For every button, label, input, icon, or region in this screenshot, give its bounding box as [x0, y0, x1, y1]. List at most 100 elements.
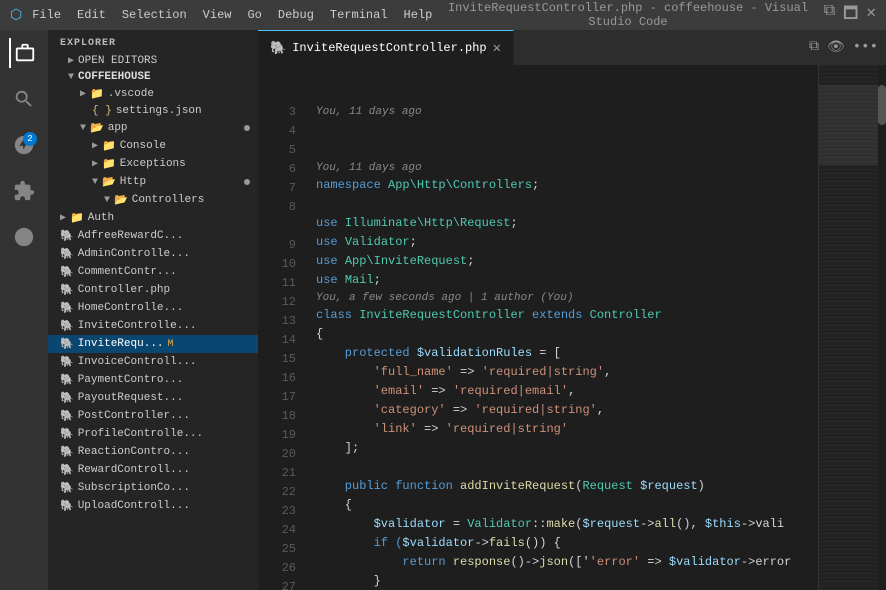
- code-line: ];: [316, 439, 818, 458]
- php-file-icon: 🐘: [60, 355, 74, 369]
- file-label: AdminControlle...: [78, 248, 190, 260]
- editor-content: ||345678|9101112131415161718192021222324…: [258, 65, 886, 590]
- sidebar-file[interactable]: 🐘AdminControlle...: [48, 245, 258, 263]
- sidebar-file[interactable]: ▶📁Auth: [48, 209, 258, 227]
- activity-explorer[interactable]: [9, 38, 39, 68]
- sidebar-file[interactable]: 🐘ReactionContro...: [48, 443, 258, 461]
- menu-go[interactable]: Go: [247, 8, 261, 22]
- project-label: COFFEEHOUSE: [78, 71, 151, 83]
- active-file[interactable]: 🐘InviteRequ...M: [48, 335, 258, 353]
- file-label: PaymentContro...: [78, 374, 184, 386]
- php-file-icon: 🐘: [60, 427, 74, 441]
- explorer-title: EXPLORER: [48, 30, 258, 53]
- scrollbar-thumb[interactable]: [878, 85, 886, 125]
- sidebar-file[interactable]: 🐘 PaymentContro...: [48, 371, 258, 389]
- php-file-icon: 🐘: [60, 283, 74, 297]
- code-line: }: [316, 572, 818, 590]
- view-icon[interactable]: 👁: [827, 39, 845, 56]
- tab-close[interactable]: ✕: [493, 40, 501, 57]
- folder-arrow: ▶: [80, 88, 86, 100]
- app-folder[interactable]: ▼ 📂 app: [48, 119, 258, 137]
- folder-label: Console: [120, 140, 166, 152]
- php-file-icon: 🐘: [60, 391, 74, 405]
- file-label: ProfileControlle...: [78, 428, 203, 440]
- menu-view[interactable]: View: [203, 8, 232, 22]
- file-label: Controller.php: [78, 284, 170, 296]
- sidebar-file[interactable]: 🐘 Controller.php: [48, 281, 258, 299]
- file-label: AdfreeRewardC...: [78, 230, 184, 242]
- close-button[interactable]: ✕: [866, 2, 876, 29]
- code-line: class InviteRequestController extends Co…: [316, 306, 818, 325]
- vscode-icon: ⬡: [10, 7, 22, 24]
- folder-icon: 📁: [102, 157, 116, 171]
- menu-help[interactable]: Help: [404, 8, 433, 22]
- code-line: $validator = Validator::make($request->a…: [316, 515, 818, 534]
- menu-selection[interactable]: Selection: [122, 8, 187, 22]
- minimap-viewport: [819, 85, 878, 165]
- open-editors-header[interactable]: ▶ OPEN EDITORS: [48, 53, 258, 69]
- file-label: Auth: [88, 212, 114, 224]
- activity-extensions[interactable]: [9, 176, 39, 206]
- open-editors-label: OPEN EDITORS: [78, 55, 157, 67]
- json-icon: { }: [92, 105, 112, 117]
- sidebar-file[interactable]: 🐘InvoiceControll...: [48, 353, 258, 371]
- sidebar-file[interactable]: 🐘 ProfileControlle...: [48, 425, 258, 443]
- activity-source-control[interactable]: 2: [9, 130, 39, 160]
- sidebar-file[interactable]: 🐘SubscriptionCo...: [48, 479, 258, 497]
- php-file-icon: 🐘: [60, 481, 74, 495]
- console-folder[interactable]: ▶ 📁 Console: [48, 137, 258, 155]
- more-icon[interactable]: •••: [853, 39, 878, 56]
- sidebar-file[interactable]: 🐘RewardControll...: [48, 461, 258, 479]
- sidebar-file[interactable]: 🐘InviteControlle...: [48, 317, 258, 335]
- git-blame: You, a few seconds ago | 1 author (You): [316, 290, 818, 306]
- php-file-icon: 🐘: [60, 337, 74, 351]
- sidebar-file[interactable]: 🐘UploadControll...: [48, 497, 258, 515]
- code-line: {: [316, 496, 818, 515]
- titlebar: ⬡ File Edit Selection View Go Debug Term…: [0, 0, 886, 30]
- http-folder[interactable]: ▼ 📂 Http: [48, 173, 258, 191]
- file-label: PayoutRequest...: [78, 392, 184, 404]
- window-title: InviteRequestController.php - coffeehous…: [432, 1, 823, 29]
- scrollbar[interactable]: [878, 65, 886, 590]
- folder-icon: 📁: [102, 139, 116, 153]
- activity-search[interactable]: [9, 84, 39, 114]
- sidebar-file[interactable]: 🐘PostController...: [48, 407, 258, 425]
- maximize-button[interactable]: 🗖: [843, 2, 858, 29]
- activity-bar: 2: [0, 30, 48, 590]
- project-header[interactable]: ▼ COFFEEHOUSE: [48, 69, 258, 85]
- sidebar-file[interactable]: 🐘HomeControlle...: [48, 299, 258, 317]
- code-area[interactable]: You, 11 days ago You, 11 days agonamespa…: [308, 65, 818, 590]
- settings-json[interactable]: { } settings.json: [48, 103, 258, 119]
- menu-terminal[interactable]: Terminal: [330, 8, 388, 22]
- tab-actions: ⧉ 👁 •••: [809, 39, 886, 56]
- tab-label: InviteRequestController.php: [292, 41, 486, 55]
- controllers-folder[interactable]: ▼ 📂 Controllers: [48, 191, 258, 209]
- menu-debug[interactable]: Debug: [278, 8, 314, 22]
- code-line: use Illuminate\Http\Request;: [316, 214, 818, 233]
- modified-badge: M: [168, 339, 174, 350]
- file-label: PostController...: [78, 410, 190, 422]
- folder-arrow: ▼: [92, 177, 98, 188]
- sidebar-file[interactable]: 🐘 PayoutRequest...: [48, 389, 258, 407]
- exceptions-folder[interactable]: ▶ 📁 Exceptions: [48, 155, 258, 173]
- folder-arrow: ▼: [80, 123, 86, 134]
- folder-label: .vscode: [108, 88, 154, 100]
- menu-edit[interactable]: Edit: [77, 8, 106, 22]
- split-icon[interactable]: ⧉: [809, 39, 819, 56]
- sidebar-file[interactable]: 🐘CommentContr...: [48, 263, 258, 281]
- file-label: UploadControll...: [78, 500, 190, 512]
- git-annotation-1: You, 11 days ago: [316, 103, 818, 122]
- php-file-icon: 🐘: [60, 265, 74, 279]
- modified-dot: [244, 125, 250, 131]
- menu-file[interactable]: File: [32, 8, 61, 22]
- php-file-icon: 🐘: [60, 373, 74, 387]
- code-line: 'email' => 'required|email',: [316, 382, 818, 401]
- activity-remote[interactable]: [9, 222, 39, 252]
- sidebar-file[interactable]: 🐘AdfreeRewardC...: [48, 227, 258, 245]
- code-line: public function addInviteRequest(Request…: [316, 477, 818, 496]
- modified-dot: [244, 179, 250, 185]
- active-tab[interactable]: 🐘 InviteRequestController.php ✕: [258, 30, 514, 65]
- minimize-button[interactable]: ⧉: [824, 2, 835, 29]
- vscode-folder[interactable]: ▶ 📁 .vscode: [48, 85, 258, 103]
- controller-files: ▶📁Auth🐘AdfreeRewardC...🐘AdminControlle..…: [48, 209, 258, 515]
